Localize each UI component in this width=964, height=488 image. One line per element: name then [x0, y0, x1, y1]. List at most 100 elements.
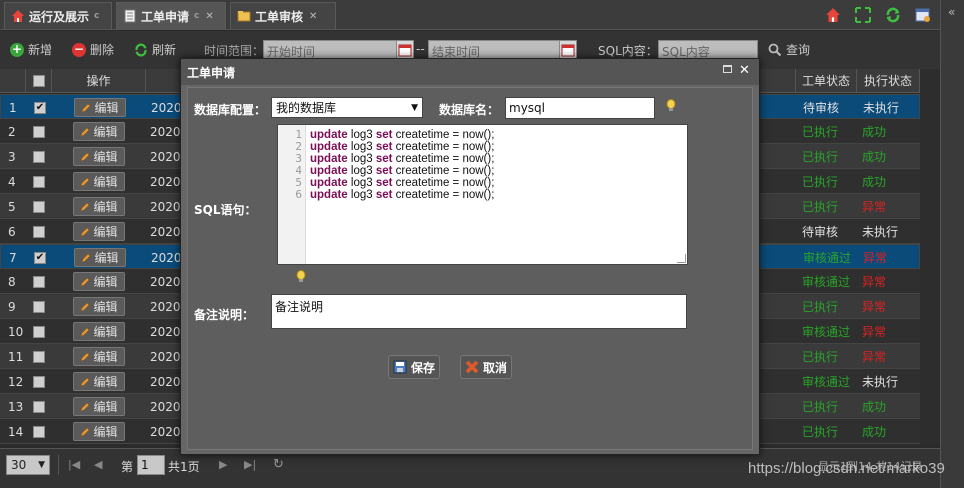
- end-time-input[interactable]: 结束时间: [428, 40, 560, 60]
- row-checkbox[interactable]: [33, 150, 45, 163]
- table-name: log3: [347, 177, 376, 189]
- row-checkbox-cell[interactable]: [33, 319, 47, 344]
- lightbulb-icon[interactable]: [666, 99, 676, 113]
- row-checkbox-cell[interactable]: [33, 344, 47, 369]
- row-checkbox[interactable]: [33, 175, 45, 188]
- keyword-set: set: [375, 129, 393, 141]
- row-checkbox[interactable]: [33, 225, 45, 238]
- refresh-icon[interactable]: c: [94, 11, 99, 21]
- refresh-button[interactable]: 刷新: [134, 41, 176, 58]
- start-time-input[interactable]: 开始时间: [263, 40, 398, 60]
- prev-page-icon[interactable]: ◀: [94, 458, 102, 471]
- remark-textarea[interactable]: 备注说明: [271, 294, 687, 329]
- edit-button[interactable]: 编辑: [73, 372, 125, 391]
- edit-button[interactable]: 编辑: [73, 197, 125, 216]
- row-checkbox-cell[interactable]: [33, 369, 47, 394]
- maximize-icon[interactable]: [723, 65, 732, 73]
- row-checkbox[interactable]: ✔: [34, 101, 46, 114]
- row-checkbox-cell[interactable]: ✔: [34, 245, 48, 270]
- refresh-icon[interactable]: c: [194, 11, 199, 21]
- pencil-icon: [81, 177, 90, 186]
- row-exec-status: 成功: [862, 425, 887, 439]
- lightbulb-icon[interactable]: [296, 270, 306, 284]
- cancel-button[interactable]: 取消: [460, 355, 512, 379]
- cancel-label: 取消: [482, 360, 507, 375]
- next-page-icon[interactable]: ▶: [219, 458, 227, 471]
- row-checkbox[interactable]: [33, 350, 45, 363]
- search-button[interactable]: 查询: [768, 41, 810, 58]
- edit-button[interactable]: 编辑: [73, 397, 125, 416]
- row-checkbox-cell[interactable]: [33, 419, 47, 444]
- edit-button[interactable]: 编辑: [73, 297, 125, 316]
- row-checkbox[interactable]: [33, 275, 45, 288]
- delete-button[interactable]: − 删除: [72, 41, 114, 58]
- double-chevron-left-icon[interactable]: «: [948, 5, 955, 19]
- row-date: 2020: [150, 274, 181, 289]
- tab-ticket-apply[interactable]: 工单申请 c ✕: [116, 2, 226, 29]
- edit-button[interactable]: 编辑: [73, 347, 125, 366]
- sql-editor[interactable]: 123456 update log3 set createtime = now(…: [277, 124, 688, 265]
- edit-button[interactable]: 编辑: [74, 98, 126, 117]
- edit-button[interactable]: 编辑: [73, 272, 125, 291]
- edit-button[interactable]: 编辑: [73, 172, 125, 191]
- keyword-set: set: [375, 141, 393, 153]
- row-checkbox-cell[interactable]: [33, 269, 47, 294]
- db-config-value: 我的数据库: [276, 101, 337, 115]
- edit-button[interactable]: 编辑: [74, 248, 126, 267]
- row-checkbox[interactable]: [33, 300, 45, 313]
- row-checkbox[interactable]: [33, 400, 45, 413]
- row-checkbox[interactable]: [33, 375, 45, 388]
- header-checkbox[interactable]: [26, 69, 52, 93]
- pager-refresh-icon[interactable]: ↻: [273, 457, 284, 472]
- page-number-input[interactable]: 1: [137, 455, 165, 475]
- row-checkbox-cell[interactable]: ✔: [34, 95, 48, 120]
- add-button[interactable]: + 新增: [10, 41, 52, 58]
- end-calendar-button[interactable]: [559, 40, 577, 60]
- row-checkbox[interactable]: ✔: [34, 251, 46, 264]
- page-size-select[interactable]: 30 ▼: [6, 455, 50, 475]
- tab-run-display[interactable]: 运行及展示 c: [4, 2, 112, 29]
- home-button[interactable]: [822, 4, 844, 26]
- edit-button[interactable]: 编辑: [73, 222, 125, 241]
- sql-content-input[interactable]: SQL内容: [658, 40, 758, 60]
- close-icon[interactable]: ✕: [739, 63, 750, 78]
- resize-handle[interactable]: [677, 254, 686, 263]
- row-checkbox-cell[interactable]: [33, 194, 47, 219]
- close-icon[interactable]: ✕: [205, 11, 213, 22]
- last-page-icon[interactable]: ▶|: [244, 458, 256, 471]
- row-checkbox-cell[interactable]: [33, 219, 47, 244]
- edit-button[interactable]: 编辑: [73, 322, 125, 341]
- sql-code[interactable]: update log3 set createtime = now(); updat…: [310, 129, 494, 201]
- edit-button[interactable]: 编辑: [73, 147, 125, 166]
- edit-label: 编辑: [93, 150, 118, 164]
- edit-button[interactable]: 编辑: [73, 422, 125, 441]
- db-name-input[interactable]: mysql: [505, 97, 655, 119]
- db-config-select[interactable]: 我的数据库 ▼: [271, 97, 423, 118]
- range-separator: --: [416, 42, 425, 56]
- table-name: log3: [347, 153, 376, 165]
- row-checkbox-cell[interactable]: [33, 394, 47, 419]
- row-checkbox[interactable]: [33, 200, 45, 213]
- row-checkbox[interactable]: [33, 125, 45, 138]
- row-checkbox-cell[interactable]: [33, 119, 47, 144]
- edit-button[interactable]: 编辑: [73, 122, 125, 141]
- settings-button[interactable]: [912, 4, 934, 26]
- fullscreen-button[interactable]: [852, 4, 874, 26]
- select-all-checkbox[interactable]: [32, 74, 45, 87]
- save-button[interactable]: 保存: [388, 355, 440, 379]
- row-checkbox-cell[interactable]: [33, 169, 47, 194]
- row-checkbox-cell[interactable]: [33, 144, 47, 169]
- edit-label: 编辑: [93, 200, 118, 214]
- row-checkbox[interactable]: [33, 425, 45, 438]
- row-checkbox-cell[interactable]: [33, 294, 47, 319]
- row-ticket-status: 已执行: [802, 150, 839, 164]
- close-icon[interactable]: ✕: [309, 11, 317, 22]
- start-calendar-button[interactable]: [396, 40, 414, 60]
- tab-ticket-review[interactable]: 工单审核 ✕: [230, 2, 336, 29]
- row-checkbox[interactable]: [33, 325, 45, 338]
- first-page-icon[interactable]: |◀: [68, 458, 80, 471]
- pencil-icon: [81, 152, 90, 161]
- reload-button[interactable]: [882, 4, 904, 26]
- assignment: createtime = now();: [392, 153, 495, 165]
- collapse-panel[interactable]: «: [940, 0, 964, 488]
